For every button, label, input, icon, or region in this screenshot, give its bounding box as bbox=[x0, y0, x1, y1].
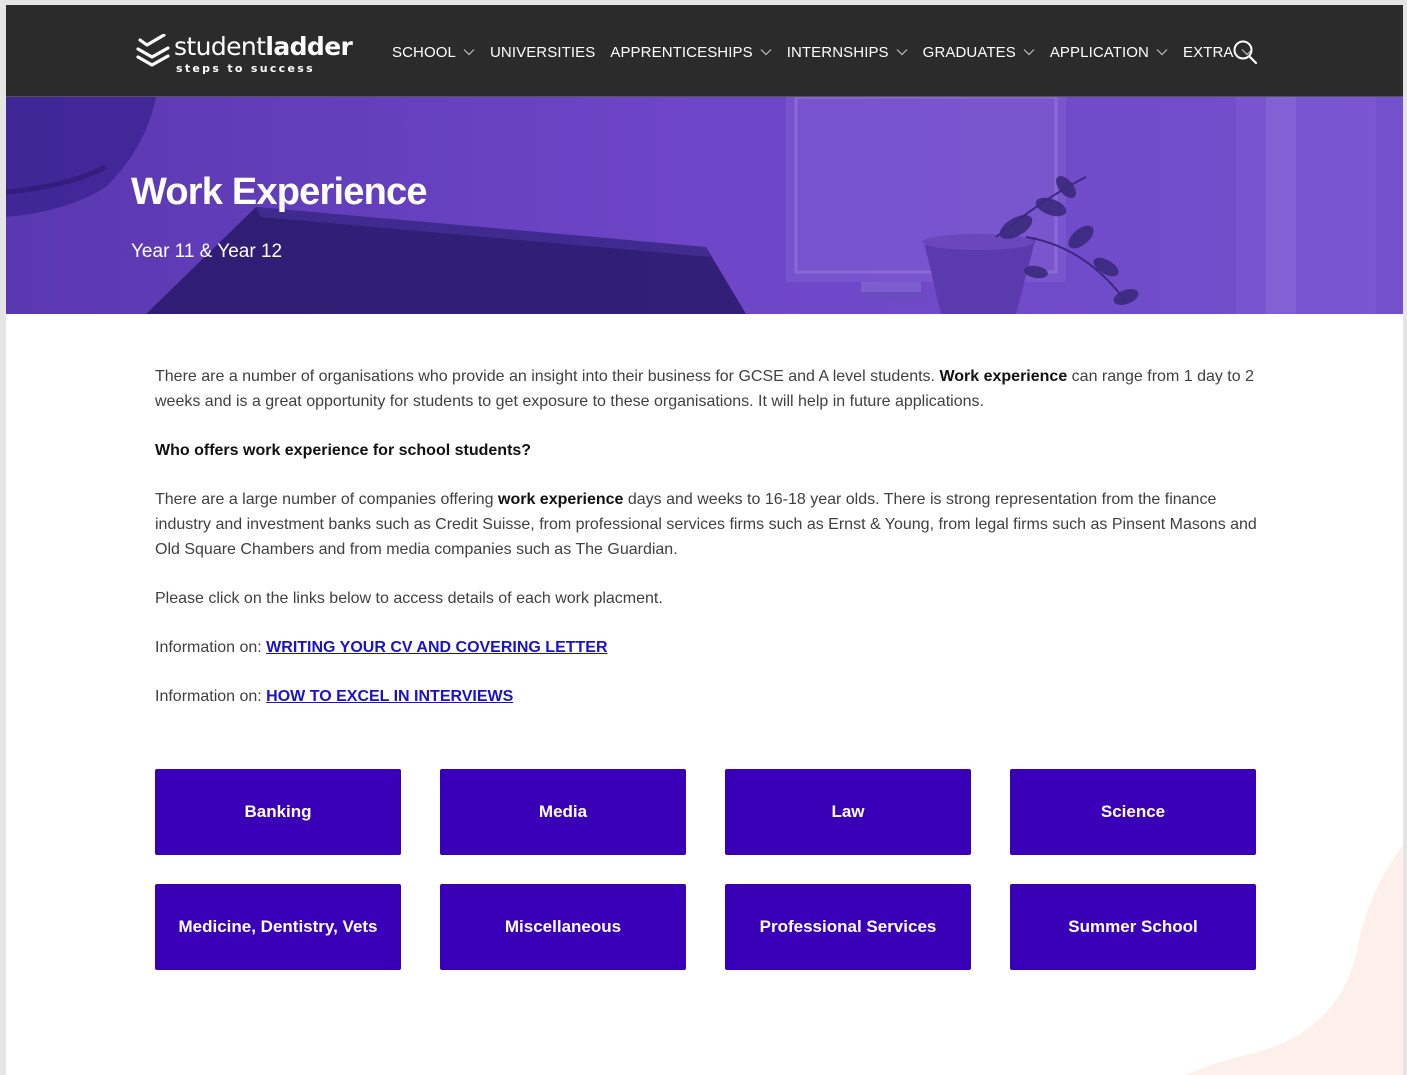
page-title: Work Experience bbox=[131, 171, 427, 213]
nav-item-label: GRADUATES bbox=[922, 43, 1016, 61]
nav-item-apprenticeships[interactable]: APPRENTICESHIPS bbox=[610, 43, 772, 61]
click-note: Please click on the links below to acces… bbox=[155, 590, 663, 607]
logo-word-bold: ladder bbox=[265, 32, 353, 61]
info-interview-line: Information on: HOW TO EXCEL IN INTERVIE… bbox=[155, 684, 1265, 709]
hero-banner: Work Experience Year 11 & Year 12 bbox=[6, 97, 1403, 314]
info-cv-prefix: Information on: bbox=[155, 639, 267, 656]
nav-item-universities[interactable]: UNIVERSITIES bbox=[490, 44, 595, 61]
info-cv-line: Information on: WRITING YOUR CV AND COVE… bbox=[155, 635, 1265, 660]
nav-item-label: INTERNSHIPS bbox=[786, 43, 889, 61]
intro-paragraph: There are a number of organisations who … bbox=[155, 364, 1265, 414]
chevron-down-icon bbox=[760, 49, 772, 56]
nav-item-label: APPLICATION bbox=[1049, 43, 1149, 61]
logo-word-regular: student bbox=[174, 32, 266, 61]
nav-item-label: APPRENTICESHIPS bbox=[610, 43, 753, 61]
article-body: There are a number of organisations who … bbox=[155, 364, 1265, 733]
sector-tiles: Banking Media Law Science Medicine, Dent… bbox=[155, 769, 1257, 970]
nav-item-internships[interactable]: INTERNSHIPS bbox=[787, 44, 908, 61]
chevron-down-icon bbox=[896, 49, 908, 56]
answer-text-before: There are a large number of companies of… bbox=[155, 491, 499, 508]
section-question: Who offers work experience for school st… bbox=[155, 442, 532, 459]
nav-item-label: EXTRA bbox=[1183, 43, 1234, 61]
page-frame: studentladder steps to success SCHOOL UNI… bbox=[6, 5, 1403, 1075]
tile-professional-services[interactable]: Professional Services bbox=[725, 884, 971, 970]
tile-medicine-dentistry-vets[interactable]: Medicine, Dentistry, Vets bbox=[155, 884, 401, 970]
site-header: studentladder steps to success SCHOOL UNI… bbox=[6, 5, 1403, 97]
main-nav: SCHOOL UNIVERSITIES APPRENTICESHIPS INTERNS… bbox=[392, 41, 1268, 63]
tile-banking[interactable]: Banking bbox=[155, 769, 401, 855]
info-interview-prefix: Information on: bbox=[155, 688, 267, 705]
tile-summer-school[interactable]: Summer School bbox=[1010, 884, 1256, 970]
chevron-down-icon bbox=[463, 49, 475, 56]
intro-text-before: There are a number of organisations who … bbox=[155, 368, 940, 385]
nav-item-graduates[interactable]: GRADUATES bbox=[923, 44, 1035, 61]
nav-item-school[interactable]: SCHOOL bbox=[392, 44, 475, 61]
tile-science[interactable]: Science bbox=[1010, 769, 1256, 855]
tile-media[interactable]: Media bbox=[440, 769, 686, 855]
answer-paragraph: There are a large number of companies of… bbox=[155, 487, 1265, 562]
page-subtitle: Year 11 & Year 12 bbox=[131, 241, 283, 262]
cv-covering-letter-link[interactable]: WRITING YOUR CV AND COVERING LETTER bbox=[266, 639, 607, 656]
nav-item-label: UNIVERSITIES bbox=[489, 43, 596, 61]
logo-tagline: steps to success bbox=[176, 62, 315, 75]
logo-ladder-icon bbox=[136, 34, 170, 67]
site-logo[interactable]: studentladder steps to success bbox=[136, 32, 353, 75]
tile-miscellaneous[interactable]: Miscellaneous bbox=[440, 884, 686, 970]
interviews-link[interactable]: HOW TO EXCEL IN INTERVIEWS bbox=[266, 688, 513, 705]
intro-text-bold: Work experience bbox=[939, 368, 1068, 385]
answer-text-bold: work experience bbox=[498, 491, 624, 508]
logo-wordmark: studentladder bbox=[174, 32, 353, 61]
nav-item-application[interactable]: APPLICATION bbox=[1050, 44, 1168, 61]
nav-item-label: SCHOOL bbox=[392, 43, 456, 61]
chevron-down-icon bbox=[1156, 49, 1168, 56]
search-icon[interactable] bbox=[1232, 39, 1258, 65]
tile-law[interactable]: Law bbox=[725, 769, 971, 855]
chevron-down-icon bbox=[1023, 49, 1035, 56]
